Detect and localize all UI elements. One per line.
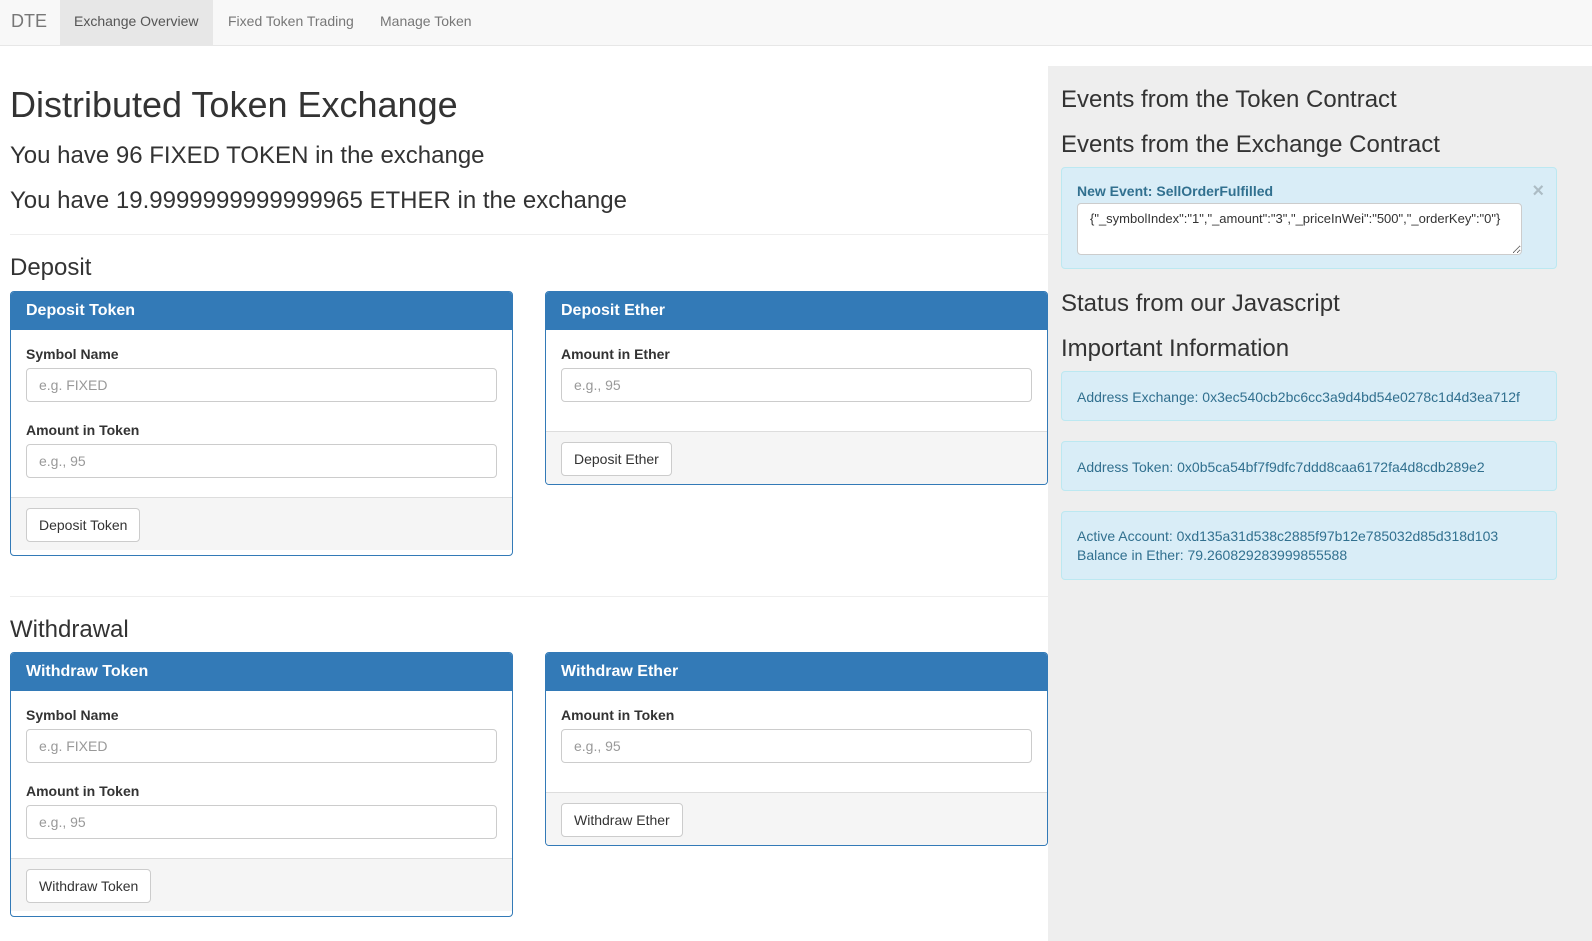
deposit-section-title: Deposit [10, 254, 92, 281]
token-balance-text: You have 96 FIXED TOKEN in the exchange [10, 142, 485, 169]
nav-manage-token[interactable]: Manage Token [366, 0, 486, 45]
nav-fixed-token-trading[interactable]: Fixed Token Trading [214, 0, 368, 45]
withdraw-token-symbol-input[interactable] [26, 729, 497, 763]
divider [10, 234, 1048, 235]
deposit-token-panel: Deposit Token Symbol Name Amount in Toke… [10, 291, 513, 556]
address-token-text: Address Token: 0x0b5ca54bf7f9dfc7ddd8caa… [1077, 459, 1485, 475]
deposit-token-symbol-input[interactable] [26, 368, 497, 402]
ether-balance-text: You have 19.9999999999999965 ETHER in th… [10, 187, 627, 214]
panel-footer: Withdraw Ether [546, 792, 1047, 845]
withdraw-ether-amount-input[interactable] [561, 729, 1032, 763]
account-balance-text: Balance in Ether: 79.260829283999855588 [1077, 547, 1348, 563]
divider [10, 596, 1048, 597]
symbol-name-label: Symbol Name [26, 346, 119, 362]
page-title: Distributed Token Exchange [10, 84, 458, 125]
withdraw-token-panel: Withdraw Token Symbol Name Amount in Tok… [10, 652, 513, 917]
panel-body: Amount in Ether [546, 330, 1047, 431]
important-info-title: Important Information [1061, 335, 1290, 362]
amount-in-ether-label: Amount in Ether [561, 346, 670, 362]
panel-heading: Withdraw Ether [546, 653, 1047, 691]
panel-footer: Deposit Ether [546, 431, 1047, 484]
withdrawal-section-title: Withdrawal [10, 616, 129, 643]
amount-in-token-label: Amount in Token [561, 707, 675, 723]
withdraw-ether-button[interactable]: Withdraw Ether [561, 803, 683, 837]
panel-body: Amount in Token [546, 691, 1047, 792]
close-icon[interactable]: × [1532, 181, 1544, 201]
withdraw-ether-panel: Withdraw Ether Amount in Token Withdraw … [545, 652, 1048, 846]
status-title: Status from our Javascript [1061, 290, 1340, 317]
events-sidebar: Events from the Token Contract Events fr… [1048, 66, 1592, 941]
active-account-text: Active Account: 0xd135a31d538c2885f97b12… [1077, 528, 1499, 544]
panel-footer: Withdraw Token [11, 858, 512, 911]
brand-logo[interactable]: DTE [11, 11, 47, 32]
panel-heading: Deposit Token [11, 292, 512, 330]
address-token-alert: Address Token: 0x0b5ca54bf7f9dfc7ddd8caa… [1061, 441, 1557, 491]
account-info-alert: Active Account: 0xd135a31d538c2885f97b12… [1061, 511, 1557, 580]
address-exchange-text: Address Exchange: 0x3ec540cb2bc6cc3a9d4b… [1077, 389, 1520, 405]
deposit-ether-amount-input[interactable] [561, 368, 1032, 402]
address-exchange-alert: Address Exchange: 0x3ec540cb2bc6cc3a9d4b… [1061, 371, 1557, 421]
event-title: New Event: SellOrderFulfilled [1077, 183, 1274, 199]
token-events-title: Events from the Token Contract [1061, 86, 1397, 113]
symbol-name-label: Symbol Name [26, 707, 119, 723]
nav-exchange-overview[interactable]: Exchange Overview [60, 0, 213, 45]
deposit-token-amount-input[interactable] [26, 444, 497, 478]
panel-heading: Deposit Ether [546, 292, 1047, 330]
deposit-ether-panel: Deposit Ether Amount in Ether Deposit Et… [545, 291, 1048, 485]
event-alert: × New Event: SellOrderFulfilled {"_symbo… [1061, 167, 1557, 269]
withdraw-token-amount-input[interactable] [26, 805, 497, 839]
amount-in-token-label: Amount in Token [26, 422, 140, 438]
amount-in-token-label: Amount in Token [26, 783, 140, 799]
panel-footer: Deposit Token [11, 497, 512, 550]
panel-body: Symbol Name Amount in Token [11, 691, 512, 839]
top-navbar: DTE Exchange Overview Fixed Token Tradin… [0, 0, 1592, 46]
panel-body: Symbol Name Amount in Token [11, 330, 512, 478]
deposit-ether-button[interactable]: Deposit Ether [561, 442, 672, 476]
event-payload-textarea[interactable]: {"_symbolIndex":"1","_amount":"3","_pric… [1077, 203, 1522, 255]
panel-heading: Withdraw Token [11, 653, 512, 691]
withdraw-token-button[interactable]: Withdraw Token [26, 869, 152, 903]
deposit-token-button[interactable]: Deposit Token [26, 508, 141, 542]
exchange-events-title: Events from the Exchange Contract [1061, 131, 1440, 158]
